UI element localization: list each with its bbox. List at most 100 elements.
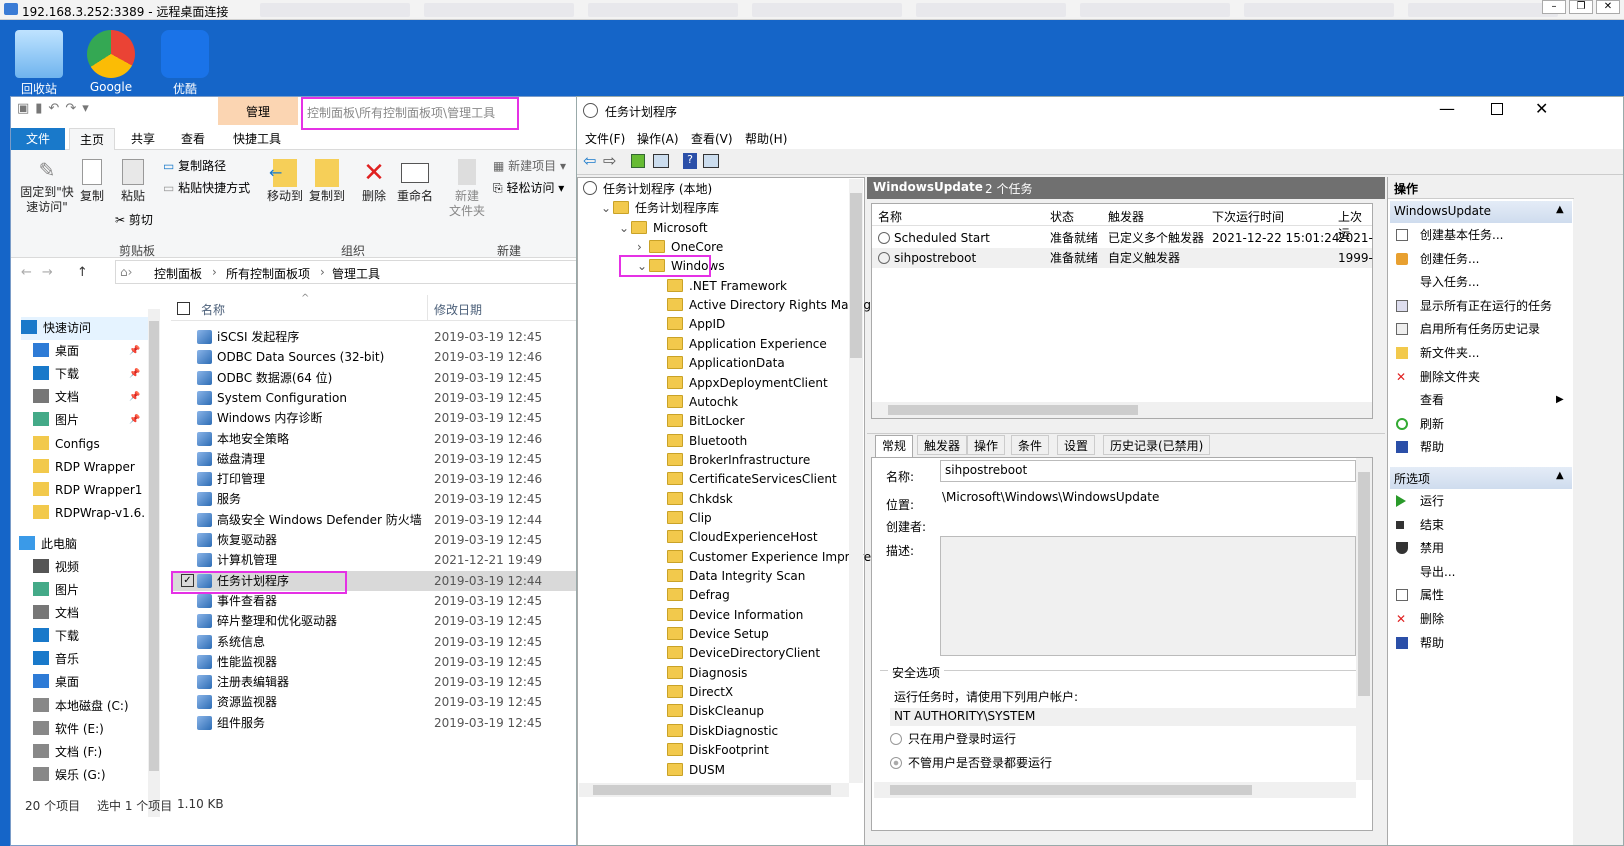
file-row[interactable]: 资源监视器 2019-03-19 12:45 [171, 692, 579, 712]
file-row[interactable]: 高级安全 Windows Defender 防火墙 2019-03-19 12:4… [171, 510, 579, 530]
tab-shortcut-tools[interactable]: 快捷工具 [223, 128, 291, 150]
file-row[interactable]: ODBC 数据源(64 位) 2019-03-19 12:45 [171, 368, 579, 388]
nav-item[interactable]: Configs [33, 433, 100, 456]
action-item[interactable]: 运行 [1388, 489, 1573, 513]
tree-node[interactable]: CloudExperienceHost [655, 527, 818, 547]
tree-node[interactable]: CertificateServicesClient [655, 469, 837, 489]
tree-node[interactable]: DiskDiagnostic [655, 721, 778, 741]
action-item[interactable]: 新文件夹... [1388, 341, 1573, 365]
file-row[interactable]: 恢复驱动器 2019-03-19 12:45 [171, 530, 579, 550]
rename-button[interactable]: 重命名 [395, 159, 435, 204]
nav-item[interactable]: 文档 📌 [33, 386, 140, 409]
nav-item[interactable]: 下载 [33, 625, 79, 648]
up-folder-icon[interactable] [631, 154, 645, 168]
action-item[interactable]: 导出... [1388, 560, 1573, 584]
expanded-arrow-icon[interactable]: ⌄ [619, 218, 631, 238]
tree-node[interactable]: Defrag [655, 585, 730, 605]
minimize-icon[interactable]: — [1439, 99, 1455, 118]
nav-item[interactable]: 娱乐 (G:) [33, 764, 106, 787]
easy-access-button[interactable]: ⎘ 轻松访问 ▾ [493, 179, 564, 196]
tree-node[interactable]: .NET Framework [655, 276, 787, 296]
tree-node[interactable]: DUSM [655, 760, 725, 780]
copy-path-button[interactable]: ▭ 复制路径 [163, 157, 226, 174]
action-item[interactable]: 启用所有任务历史记录 [1388, 317, 1573, 341]
menu-file[interactable]: 文件(F) [585, 130, 625, 147]
task-row[interactable]: sihpostreboot 准备就绪 自定义触发器 1999- [872, 248, 1373, 268]
breadcrumb-all-items[interactable]: 所有控制面板项 [226, 265, 310, 282]
task-name-field[interactable]: sihpostreboot [940, 460, 1356, 482]
collapsed-arrow-icon[interactable]: › [637, 237, 649, 257]
pin-icon[interactable]: 📌 [129, 409, 140, 432]
detail-tab[interactable]: 常规 [875, 435, 914, 457]
nav-item[interactable]: 音乐 [33, 648, 79, 671]
file-row[interactable]: 打印管理 2019-03-19 12:46 [171, 469, 579, 489]
cut-button[interactable]: ✂ 剪切 [115, 211, 153, 228]
nav-item[interactable]: 软件 (E:) [33, 718, 104, 741]
nav-item[interactable]: RDPWrap-v1.6. [33, 502, 145, 525]
action-item[interactable]: 属性 [1388, 583, 1573, 607]
select-all-checkbox[interactable] [177, 302, 190, 315]
action-item[interactable]: 查看 ▶ [1388, 388, 1573, 412]
menu-action[interactable]: 操作(A) [637, 130, 679, 147]
tree-node[interactable]: Device Information [655, 605, 803, 625]
tree-node[interactable]: DeviceDirectoryClient [655, 643, 820, 663]
tab-view[interactable]: 查看 [171, 128, 215, 150]
file-row[interactable]: 性能监视器 2019-03-19 12:45 [171, 652, 579, 672]
tree-hscroll[interactable] [579, 783, 849, 797]
delete-button[interactable]: ✕ 删除 [357, 159, 391, 204]
nav-item[interactable]: 下载 📌 [33, 363, 140, 386]
nav-item[interactable]: 桌面 [33, 671, 79, 694]
action-item[interactable]: 刷新 [1388, 412, 1573, 436]
detail-tab[interactable]: 历史记录(已禁用) [1103, 435, 1211, 455]
file-row[interactable]: 磁盘清理 2019-03-19 12:45 [171, 449, 579, 469]
actions-section-windowsupdate[interactable]: WindowsUpdate ▲ [1390, 201, 1572, 223]
run-logged-on-radio[interactable]: 只在用户登录时运行 [890, 730, 1016, 747]
nav-item[interactable]: 文档 (F:) [33, 741, 102, 764]
move-to-button[interactable]: ← 移动到 [265, 159, 305, 204]
rdp-window-controls[interactable]: – ❐ ✕ [1542, 0, 1620, 14]
tree-node[interactable]: ApplicationData [655, 353, 785, 373]
detail-tab[interactable]: 条件 [1011, 435, 1050, 455]
tree-node[interactable]: AppxDeploymentClient [655, 373, 828, 393]
run-whether-logged-radio[interactable]: 不管用户是否登录都要运行 [890, 754, 1052, 771]
tree-node[interactable]: Autochk [655, 392, 738, 412]
tree-node[interactable]: BitLocker [655, 411, 745, 431]
action-item[interactable]: ✕ 删除 [1388, 607, 1573, 631]
file-explorer-window[interactable]: ▣▮↶↷▾ 管理 控制面板\所有控制面板项\管理工具 文件 主页 共享 查看 快… [10, 96, 586, 846]
actions-section-selected[interactable]: 所选项 ▲ [1390, 467, 1572, 489]
tab-file[interactable]: 文件 [11, 128, 65, 150]
paste-shortcut-button[interactable]: ▭ 粘贴快捷方式 [163, 179, 250, 196]
tree-node[interactable]: Clip [655, 508, 712, 528]
col-task-status[interactable]: 状态 [1050, 208, 1074, 225]
action-item[interactable]: ✕ 删除文件夹 [1388, 365, 1573, 389]
tree-node[interactable]: BrokerInfrastructure [655, 450, 810, 470]
tab-share[interactable]: 共享 [121, 128, 165, 150]
maximize-icon[interactable] [1491, 103, 1503, 115]
action-item[interactable]: 创建基本任务... [1388, 223, 1573, 247]
nav-item[interactable]: RDP Wrapper [33, 456, 135, 479]
tree-node[interactable]: 任务计划程序 (本地) [583, 179, 712, 199]
tree-node[interactable]: DirectX [655, 682, 733, 702]
file-row[interactable]: 服务 2019-03-19 12:45 [171, 489, 579, 509]
copy-button[interactable]: 复制 [77, 159, 107, 204]
restore-icon[interactable]: ❐ [1569, 0, 1593, 14]
show-hide-tree-icon[interactable] [653, 154, 669, 168]
tree-node[interactable]: Device Setup [655, 624, 769, 644]
back-arrow-icon[interactable]: ⇦ [583, 151, 596, 170]
detail-tab[interactable]: 触发器 [917, 435, 968, 455]
file-row[interactable]: 组件服务 2019-03-19 12:45 [171, 713, 579, 733]
nav-item[interactable]: 视频 [33, 556, 79, 579]
nav-item[interactable]: 图片 📌 [33, 409, 140, 432]
nav-buttons[interactable]: ←→ ↑ [21, 265, 98, 280]
detail-tab[interactable]: 操作 [967, 435, 1006, 455]
desktop-icon[interactable]: 优酷 [150, 30, 220, 97]
nav-item[interactable]: 本地磁盘 (C:) [33, 695, 129, 718]
collapse-icon[interactable]: ▲ [1556, 204, 1564, 215]
tree-vscroll[interactable] [849, 179, 863, 783]
nav-item[interactable]: 此电脑 [19, 533, 77, 556]
file-row[interactable]: ODBC Data Sources (32-bit) 2019-03-19 12:… [171, 347, 579, 367]
detail-tab[interactable]: 设置 [1057, 435, 1096, 455]
tab-home[interactable]: 主页 [69, 128, 116, 150]
tree-node[interactable]: Active Directory Rights Manage [655, 295, 878, 315]
column-name[interactable]: 名称 [201, 301, 225, 318]
